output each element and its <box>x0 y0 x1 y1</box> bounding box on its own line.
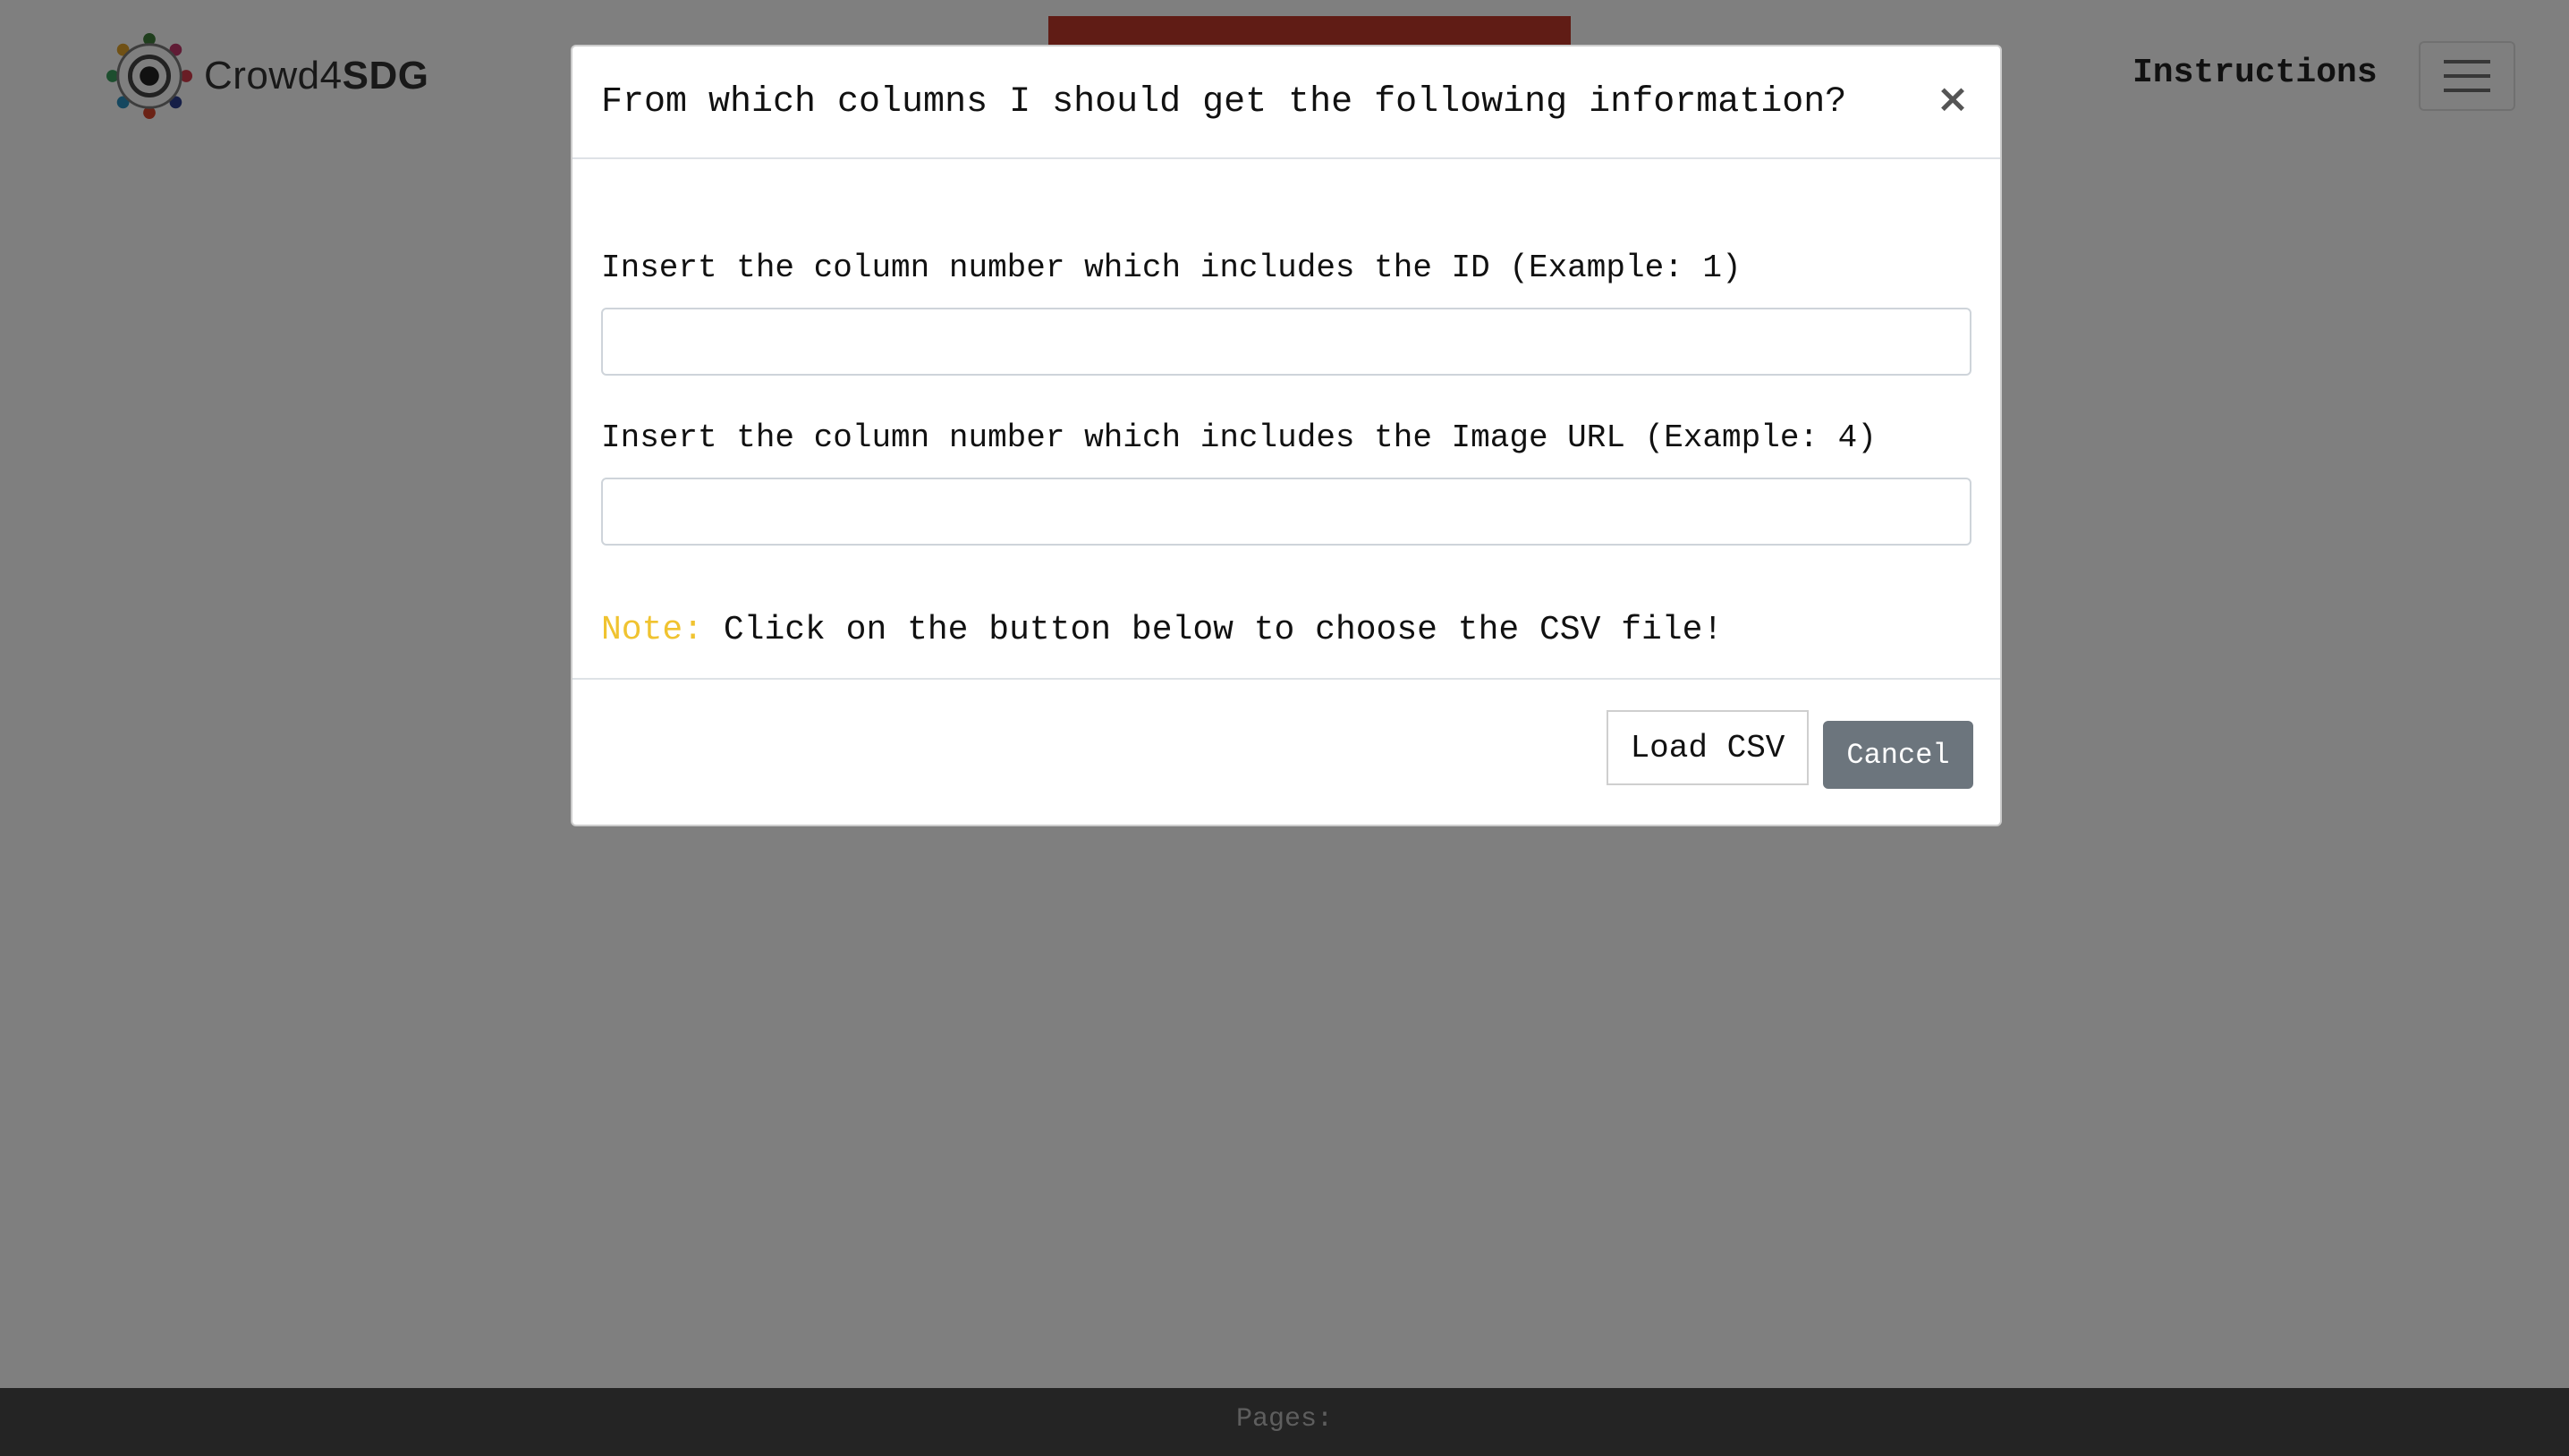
note-message: Click on the button below to choose the … <box>703 611 1724 649</box>
modal-title: From which columns I should get the foll… <box>601 82 1847 123</box>
modal-footer: Load CSV Cancel <box>572 678 2000 825</box>
note-text: Note: Click on the button below to choos… <box>601 611 1723 649</box>
cancel-button[interactable]: Cancel <box>1823 721 1973 789</box>
close-icon[interactable]: × <box>1932 79 1973 120</box>
modal-header: From which columns I should get the foll… <box>572 47 2000 159</box>
id-column-input[interactable] <box>601 308 1971 376</box>
id-column-label: Insert the column number which includes … <box>601 250 1742 286</box>
image-url-column-label: Insert the column number which includes … <box>601 419 1877 456</box>
note-label: Note: <box>601 611 704 649</box>
image-url-column-input[interactable] <box>601 478 1971 546</box>
load-csv-button[interactable]: Load CSV <box>1607 710 1809 785</box>
column-mapping-dialog: From which columns I should get the foll… <box>571 45 2002 826</box>
